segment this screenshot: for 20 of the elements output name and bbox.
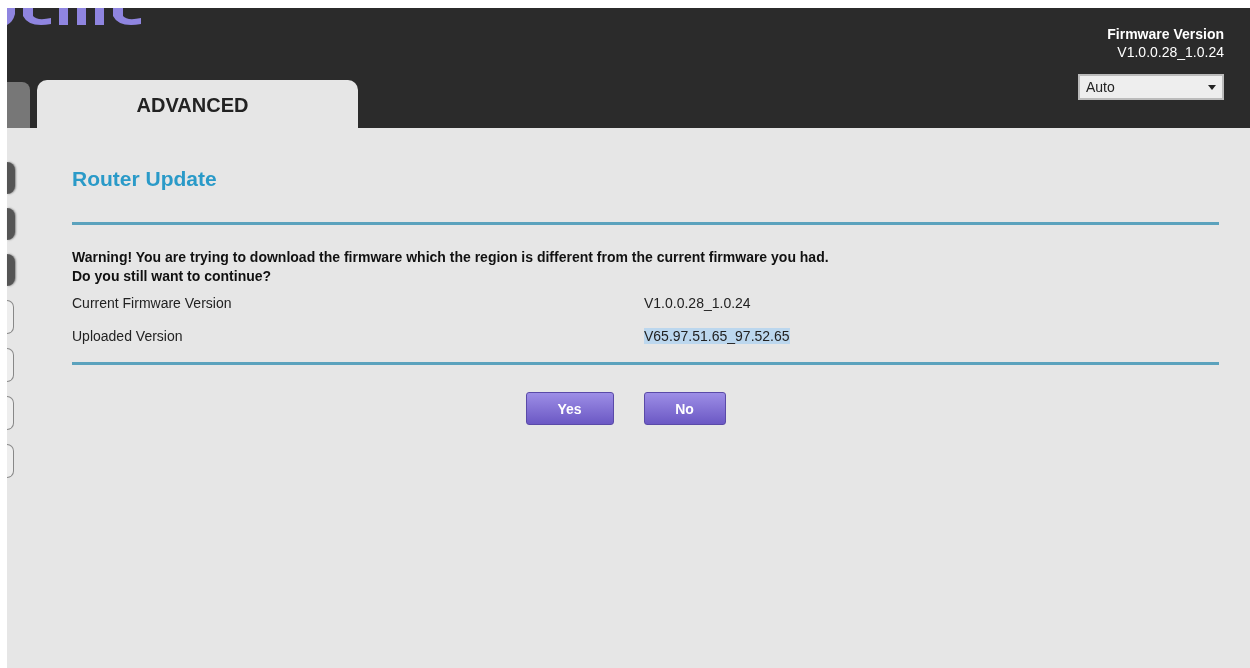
firmware-label: Firmware Version bbox=[1107, 26, 1224, 43]
side-menu-button[interactable] bbox=[7, 444, 14, 478]
warning-text: Warning! You are trying to download the firmware which the region is different from the current firmware you had. Do you still want to continue? bbox=[72, 248, 830, 286]
side-menu-button[interactable] bbox=[7, 300, 14, 334]
tab[interactable]: ADVANCED bbox=[37, 80, 358, 128]
side-menu-button[interactable] bbox=[7, 348, 14, 382]
field-value: V1.0.0.28_1.0.24 bbox=[644, 294, 751, 311]
field-label: Uploaded Version bbox=[72, 327, 184, 344]
dialog-button[interactable]: No bbox=[643, 392, 726, 425]
firmware-version: V1.0.0.28_1.0.24 bbox=[1117, 43, 1224, 62]
side-menu-button[interactable] bbox=[7, 254, 15, 286]
side-menu-button[interactable] bbox=[7, 208, 15, 240]
field-value: V65.97.51.65_97.52.65 bbox=[644, 327, 790, 344]
dropdown-arrow-icon bbox=[1208, 84, 1216, 90]
page-title: Router Update bbox=[72, 166, 218, 192]
side-menu-button[interactable] bbox=[7, 396, 14, 430]
dialog-button[interactable]: Yes bbox=[525, 392, 614, 425]
field-label: Current Firmware Version bbox=[72, 294, 233, 311]
side-menu-button[interactable] bbox=[7, 162, 15, 194]
language-select[interactable]: Auto bbox=[1078, 74, 1224, 100]
